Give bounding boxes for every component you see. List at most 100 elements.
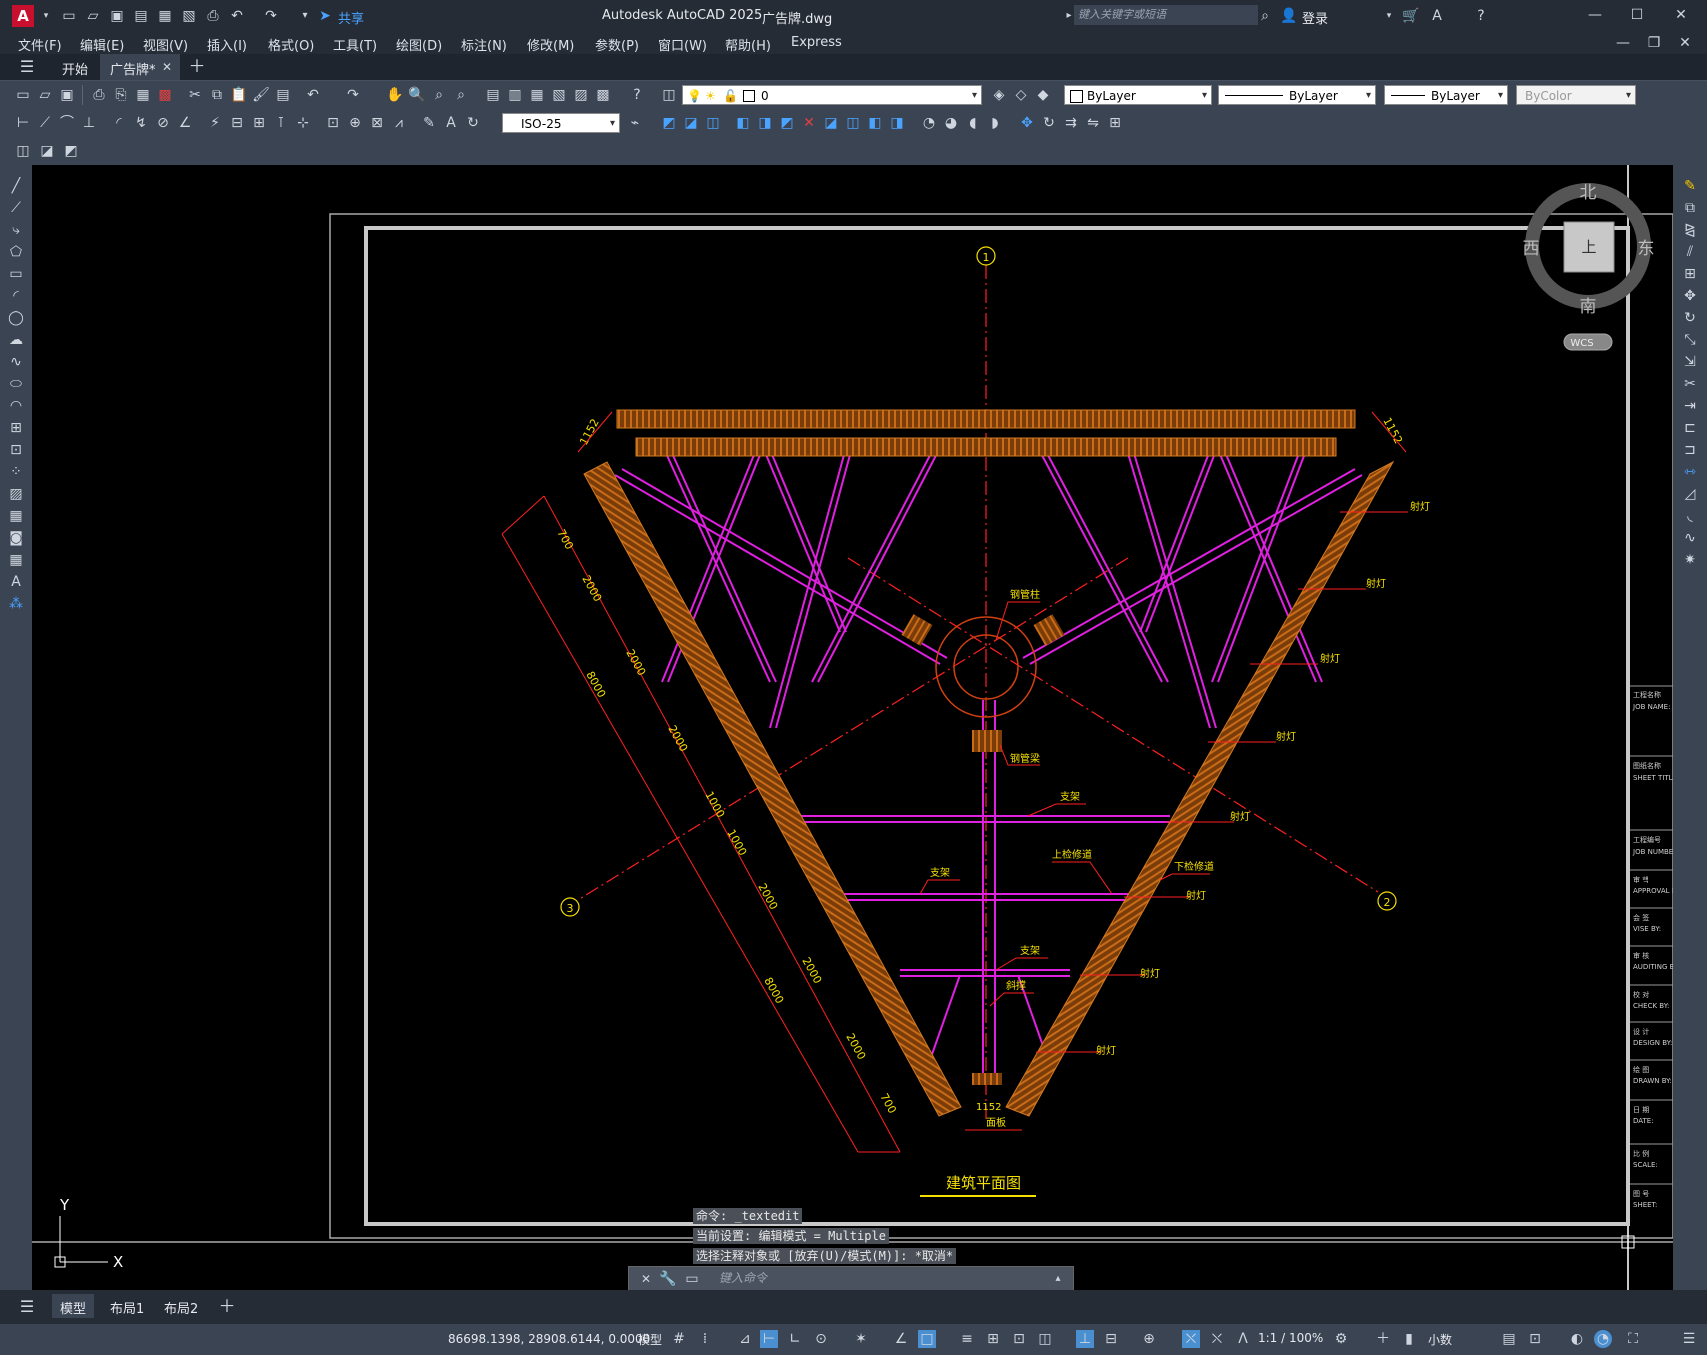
menu-window[interactable]: 窗口(W): [658, 35, 707, 54]
add-selected-icon[interactable]: ⁂: [7, 595, 25, 613]
tab-layout2[interactable]: 布局2: [164, 1298, 198, 1317]
calculator-icon[interactable]: ▩: [594, 86, 612, 104]
app-menu-chevron-icon[interactable]: ▾: [37, 7, 55, 25]
menu-view[interactable]: 视图(V): [143, 35, 188, 54]
layer-dropdown[interactable]: 💡 ☀ 🔓 0 ▾: [682, 85, 982, 105]
lock-ui-icon[interactable]: ⊡: [1526, 1330, 1544, 1348]
layer-isolate-icon[interactable]: ◩: [62, 142, 80, 160]
viewcube-east[interactable]: 东: [1638, 239, 1655, 259]
match-props-icon[interactable]: 🖌: [252, 86, 270, 104]
ortho-icon[interactable]: ∟: [786, 1330, 804, 1348]
publish-tb-icon[interactable]: ▦: [134, 86, 152, 104]
markup-icon[interactable]: ▨: [572, 86, 590, 104]
menu-file[interactable]: 文件(F): [18, 35, 62, 54]
tool-palettes-icon[interactable]: ▦: [528, 86, 546, 104]
menu-format[interactable]: 格式(O): [268, 35, 314, 54]
coordinates-readout[interactable]: 86698.1398, 28908.6144, 0.0000: [448, 1332, 650, 1346]
command-customize-icon[interactable]: 🔧: [659, 1270, 677, 1288]
tolerance-icon[interactable]: ⊡: [324, 114, 342, 132]
polar-tracking-icon[interactable]: ⊙: [812, 1330, 830, 1348]
fillet-icon[interactable]: ◟: [1681, 507, 1699, 525]
hardware-accel-icon[interactable]: ◔: [1594, 1330, 1612, 1348]
3d-rotate-icon[interactable]: ↻: [1040, 114, 1058, 132]
selection-cycling-icon[interactable]: ⊡: [1010, 1330, 1028, 1348]
units-icon[interactable]: ▮: [1400, 1330, 1418, 1348]
blend-curves-icon[interactable]: ∿: [1681, 529, 1699, 547]
3d-thicken-icon[interactable]: ◕: [942, 114, 960, 132]
add-layout-icon[interactable]: ＋: [218, 1298, 236, 1316]
point-icon[interactable]: ⁘: [7, 463, 25, 481]
design-center-icon[interactable]: ▥: [506, 86, 524, 104]
tab-close-icon[interactable]: ✕: [158, 58, 176, 76]
dimstyle-dropdown[interactable]: ISO-25 ▾: [502, 113, 620, 133]
layer-match-icon[interactable]: ◪: [38, 142, 56, 160]
ellipse-arc-icon[interactable]: ◠: [7, 397, 25, 415]
object-snap-tracking-icon[interactable]: ∠: [892, 1330, 910, 1348]
viewcube-south[interactable]: 南: [1580, 297, 1597, 317]
insert-block-icon[interactable]: ⊞: [7, 419, 25, 437]
save-tb-icon[interactable]: ▣: [58, 86, 76, 104]
gizmo-icon[interactable]: ⊕: [1140, 1330, 1158, 1348]
help-tb-icon[interactable]: ?: [628, 86, 646, 104]
menu-tools[interactable]: 工具(T): [333, 35, 377, 54]
join-icon[interactable]: ⇿: [1681, 463, 1699, 481]
block-editor-icon[interactable]: ▤: [274, 86, 292, 104]
clean-screen-icon[interactable]: ⛶: [1624, 1330, 1642, 1348]
erase-icon[interactable]: ✎: [1681, 177, 1699, 195]
tab-model[interactable]: 模型: [52, 1294, 94, 1318]
table-icon[interactable]: ▦: [7, 551, 25, 569]
menu-modify[interactable]: 修改(M): [527, 35, 574, 54]
maximize-icon[interactable]: ☐: [1628, 6, 1646, 24]
polygon-icon[interactable]: ⬠: [7, 243, 25, 261]
3d-extrude-icon[interactable]: ◧: [734, 114, 752, 132]
grid-icon[interactable]: #: [670, 1330, 688, 1348]
search-icon[interactable]: ⌕: [1256, 7, 1274, 25]
rotate-icon[interactable]: ↻: [1681, 309, 1699, 327]
break-at-point-icon[interactable]: ⊏: [1681, 419, 1699, 437]
isolate-objects-icon[interactable]: ◐: [1568, 1330, 1586, 1348]
array-icon[interactable]: ⊞: [1681, 265, 1699, 283]
share-button[interactable]: 共享: [338, 8, 364, 27]
properties-icon[interactable]: ▤: [484, 86, 502, 104]
doc-close-icon[interactable]: ✕: [1676, 34, 1694, 52]
copy-icon[interactable]: ⧉: [208, 86, 226, 104]
region-icon[interactable]: ◙: [7, 529, 25, 547]
viewcube-north[interactable]: 北: [1580, 183, 1597, 203]
model-space-toggle[interactable]: 模型: [638, 1331, 662, 1348]
hatch-icon[interactable]: ▨: [7, 485, 25, 503]
3d-print-icon[interactable]: ▩: [156, 86, 174, 104]
redo-tb-icon[interactable]: ↷: [344, 86, 362, 104]
spline-icon[interactable]: ∿: [7, 353, 25, 371]
dim-space-icon[interactable]: ⊺: [272, 114, 290, 132]
3d-chamfer-icon[interactable]: ◨: [888, 114, 906, 132]
3d-revolve-icon[interactable]: ◫: [844, 114, 862, 132]
annotation-monitor-icon[interactable]: ＋: [1374, 1330, 1392, 1348]
paste-icon[interactable]: 📋: [230, 86, 248, 104]
zoom-window-icon[interactable]: ⌕: [430, 86, 448, 104]
lineweight-display-icon[interactable]: ≡: [958, 1330, 976, 1348]
cart-icon[interactable]: 🛒: [1402, 7, 1420, 25]
dim-update-icon[interactable]: ↻: [464, 114, 482, 132]
autocad-logo-icon[interactable]: A: [12, 5, 34, 27]
quick-dim-icon[interactable]: ⚡: [206, 114, 224, 132]
new-file-icon[interactable]: ▭: [60, 7, 78, 25]
annotation-scale-icon[interactable]: Ʌ: [1234, 1330, 1252, 1348]
dim-baseline-icon[interactable]: ⊟: [228, 114, 246, 132]
3d-separate-icon[interactable]: ◗: [986, 114, 1004, 132]
customize-qat-icon[interactable]: ▾: [296, 7, 314, 25]
dim-diameter-icon[interactable]: ⊘: [154, 114, 172, 132]
dim-ordinate-icon[interactable]: ⊥: [80, 114, 98, 132]
arc-icon[interactable]: ◜: [7, 287, 25, 305]
plot-tb-icon[interactable]: ⎙: [90, 86, 108, 104]
gradient-icon[interactable]: ▦: [7, 507, 25, 525]
stretch-icon[interactable]: ⇲: [1681, 353, 1699, 371]
annotation-scale-value[interactable]: 1:1 / 100%: [1258, 1331, 1323, 1345]
3d-slice-icon[interactable]: ✕: [800, 114, 818, 132]
3d-subtract-icon[interactable]: ◫: [704, 114, 722, 132]
3d-interfere-icon[interactable]: ◖: [964, 114, 982, 132]
rectangle-icon[interactable]: ▭: [7, 265, 25, 283]
doc-minimize-icon[interactable]: —: [1614, 34, 1632, 52]
quick-properties-icon[interactable]: ▤: [1500, 1330, 1518, 1348]
viewcube-west[interactable]: 西: [1523, 239, 1540, 259]
dim-jogged-icon[interactable]: ↯: [132, 114, 150, 132]
